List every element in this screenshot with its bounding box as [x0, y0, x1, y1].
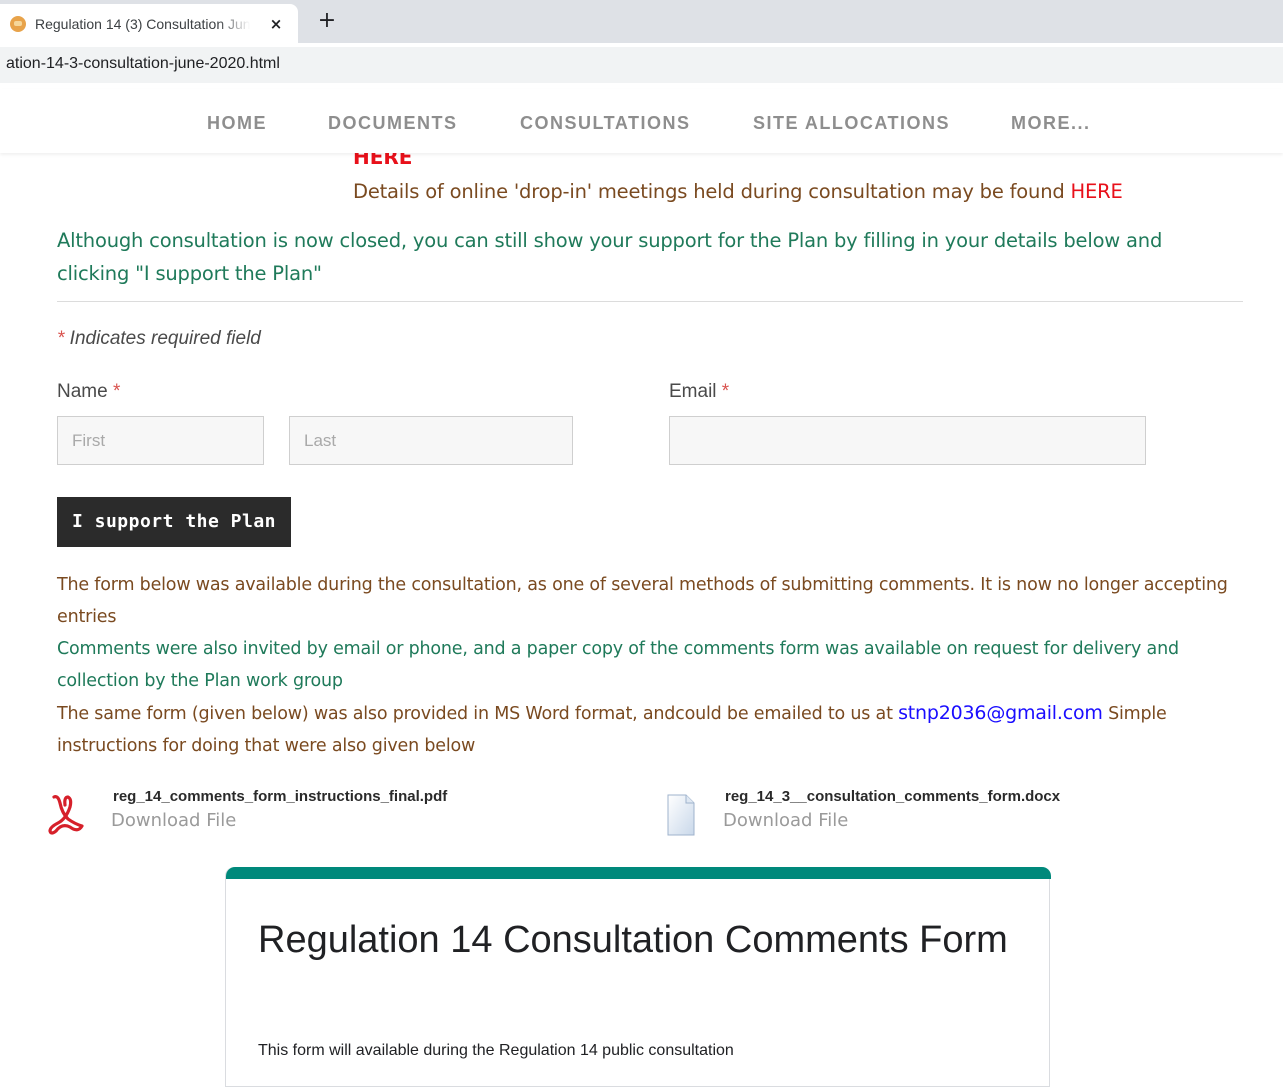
dropin-meetings-text: Details of online 'drop-in' meetings hel… [353, 180, 1123, 203]
new-tab-icon[interactable]: + [313, 7, 341, 35]
last-name-input[interactable] [289, 416, 573, 465]
file-download-docx[interactable]: reg_14_3__consultation_comments_form.doc… [660, 788, 1180, 843]
divider [57, 301, 1243, 302]
form-description: This form will available during the Regu… [258, 1042, 734, 1059]
file-name[interactable]: reg_14_3__consultation_comments_form.doc… [725, 788, 1060, 805]
nav-more[interactable]: MORE... [1011, 113, 1091, 134]
site-navigation: HOME DOCUMENTS CONSULTATIONS SITE ALLOCA… [0, 89, 1283, 153]
download-file-link[interactable]: Download File [723, 810, 848, 831]
name-label: Name * [57, 381, 120, 403]
nav-home[interactable]: HOME [207, 113, 267, 134]
browser-tab[interactable]: Regulation 14 (3) Consultation June 2020… [0, 4, 298, 43]
form-title: Regulation 14 Consultation Comments Form [258, 919, 1008, 961]
file-download-pdf[interactable]: reg_14_comments_form_instructions_final.… [48, 788, 568, 843]
tab-title: Regulation 14 (3) Consultation June 2020 [35, 16, 250, 32]
pdf-icon [48, 795, 84, 835]
form-accent-bar [226, 867, 1051, 879]
dropin-text: Details of online 'drop-in' meetings hel… [353, 180, 1071, 203]
nav-site-allocations[interactable]: SITE ALLOCATIONS [753, 113, 950, 134]
nav-consultations[interactable]: CONSULTATIONS [520, 113, 691, 134]
document-icon [667, 794, 695, 836]
required-field-note: * Indicates required field [57, 328, 261, 350]
first-name-input[interactable] [57, 416, 264, 465]
close-tab-icon[interactable]: × [264, 12, 288, 36]
site-favicon-icon [10, 16, 26, 32]
main-content: HERE Details of online 'drop-in' meeting… [0, 145, 1283, 1087]
browser-tab-bar: Regulation 14 (3) Consultation June 2020… [0, 0, 1283, 43]
required-note-text: Indicates required field [64, 328, 261, 349]
email-required-star: * [721, 381, 730, 402]
form-availability-text: The form below was available during the … [57, 575, 1228, 627]
email-label-text: Email [669, 381, 717, 402]
embedded-comments-form: Regulation 14 Consultation Comments Form… [225, 867, 1051, 1087]
email-input[interactable] [669, 416, 1146, 465]
comments-methods-text: Comments were also invited by email or p… [57, 639, 1179, 691]
nav-documents[interactable]: DOCUMENTS [328, 113, 458, 134]
support-heading: Although consultation is now closed, you… [57, 229, 1163, 285]
download-file-link[interactable]: Download File [111, 810, 236, 831]
file-name[interactable]: reg_14_comments_form_instructions_final.… [113, 788, 447, 805]
email-link[interactable]: stnp2036@gmail.com [898, 702, 1103, 724]
name-required-star: * [112, 381, 121, 402]
support-plan-button[interactable]: I support the Plan [57, 497, 291, 547]
url-omnibox[interactable]: ation-14-3-consultation-june-2020.html [0, 47, 1283, 83]
word-format-before: The same form (given below) was also pro… [57, 704, 899, 724]
name-label-text: Name [57, 381, 108, 402]
word-format-text: The same form (given below) was also pro… [57, 697, 1237, 762]
email-label: Email * [669, 381, 729, 403]
address-bar: ation-14-3-consultation-june-2020.html [0, 43, 1283, 89]
url-text[interactable]: ation-14-3-consultation-june-2020.html [6, 55, 280, 73]
dropin-here-link[interactable]: HERE [1071, 180, 1123, 203]
